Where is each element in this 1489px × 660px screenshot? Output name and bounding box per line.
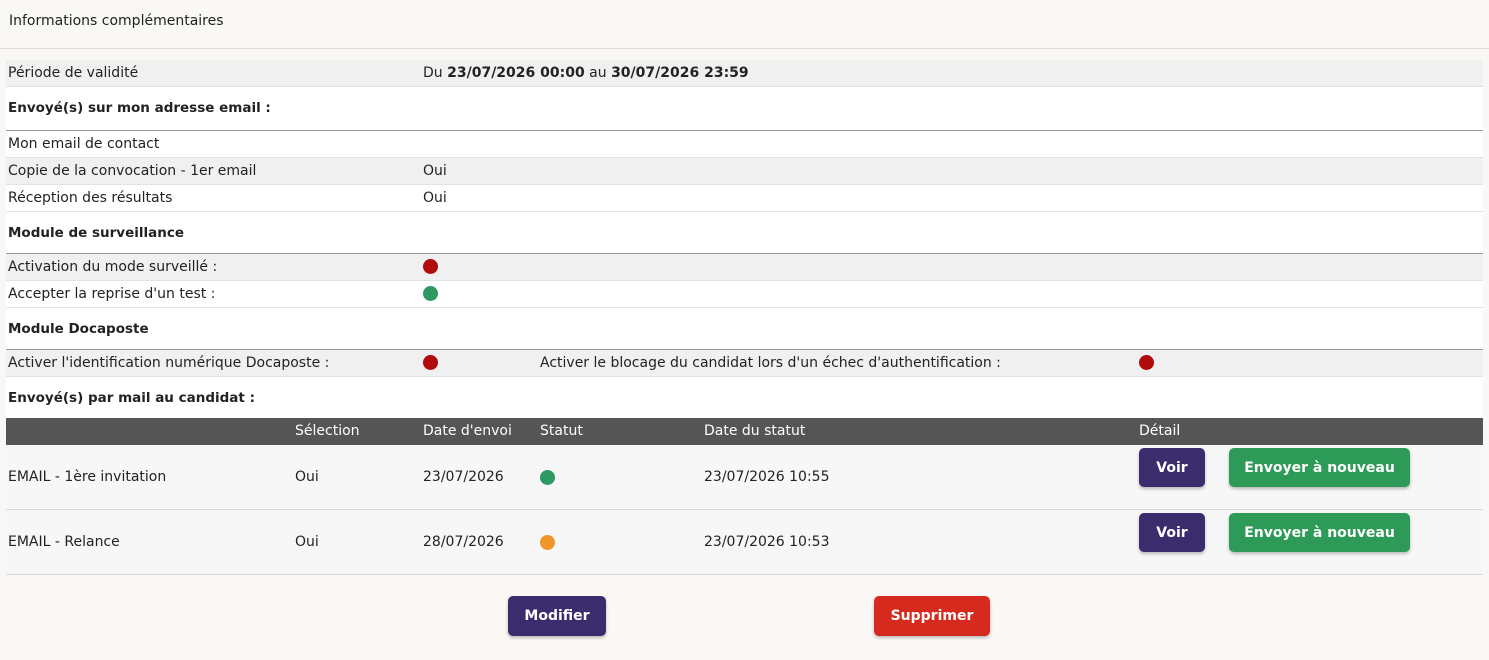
mail-status-date: 23/07/2026 10:53: [704, 534, 830, 550]
email-row-label: Réception des résultats: [8, 190, 173, 206]
page-title: Informations complémentaires: [9, 13, 224, 29]
view-button[interactable]: Voir: [1139, 513, 1205, 552]
mail-table-header: Sélection Date d'envoi Statut Date du st…: [6, 418, 1483, 445]
validity-middle: au: [589, 65, 607, 81]
mail-date-sent: 23/07/2026: [423, 469, 504, 485]
view-button[interactable]: Voir: [1139, 448, 1205, 487]
mail-status-date: 23/07/2026 10:55: [704, 469, 830, 485]
validity-end: 30/07/2026 23:59: [611, 65, 749, 81]
resend-button[interactable]: Envoyer à nouveau: [1229, 513, 1410, 552]
validity-label: Période de validité: [8, 65, 139, 81]
mail-selection: Oui: [295, 469, 319, 485]
column-header-selection: Sélection: [295, 423, 360, 439]
docaposte-row: Activer l'identification numérique Docap…: [6, 350, 1483, 377]
email-row-label: Mon email de contact: [8, 136, 160, 152]
mail-name: EMAIL - Relance: [8, 534, 120, 550]
validity-start: 23/07/2026 00:00: [447, 65, 585, 81]
table-row: EMAIL - Relance Oui 28/07/2026 23/07/202…: [6, 510, 1483, 575]
column-header-detail: Détail: [1139, 423, 1181, 439]
status-dot-red-icon: [423, 355, 438, 370]
surveillance-row-resume: Accepter la reprise d'un test :: [6, 281, 1483, 308]
surveillance-section-header: Module de surveillance: [6, 212, 1483, 254]
column-header-status-date: Date du statut: [704, 423, 806, 439]
candidate-mail-section-title: Envoyé(s) par mail au candidat :: [8, 390, 255, 406]
resend-button[interactable]: Envoyer à nouveau: [1229, 448, 1410, 487]
candidate-mail-section-header: Envoyé(s) par mail au candidat :: [6, 377, 1483, 418]
email-row-results: Réception des résultats Oui: [6, 185, 1483, 212]
delete-button[interactable]: Supprimer: [874, 596, 990, 636]
status-dot-red-icon: [423, 259, 438, 274]
mail-date-sent: 28/07/2026: [423, 534, 504, 550]
status-dot-green-icon: [540, 470, 555, 485]
email-row-contact: Mon email de contact: [6, 131, 1483, 158]
surveillance-mode-label: Activation du mode surveillé :: [8, 259, 218, 275]
surveillance-section-title: Module de surveillance: [8, 225, 185, 241]
mail-name: EMAIL - 1ère invitation: [8, 469, 167, 485]
status-dot-red-icon: [1139, 355, 1154, 370]
mail-selection: Oui: [295, 534, 319, 550]
docaposte-blocking-label: Activer le blocage du candidat lors d'un…: [540, 355, 1001, 371]
surveillance-row-mode: Activation du mode surveillé :: [6, 254, 1483, 281]
status-dot-green-icon: [423, 286, 438, 301]
column-header-status: Statut: [540, 423, 583, 439]
email-row-convocation: Copie de la convocation - 1er email Oui: [6, 158, 1483, 185]
email-row-label: Copie de la convocation - 1er email: [8, 163, 257, 179]
docaposte-section-title: Module Docaposte: [8, 321, 149, 337]
status-dot-orange-icon: [540, 535, 555, 550]
email-row-value: Oui: [423, 190, 447, 206]
validity-row: Période de validité Du 23/07/2026 00:00 …: [6, 60, 1483, 87]
details-panel: Période de validité Du 23/07/2026 00:00 …: [6, 60, 1483, 575]
validity-value: Du 23/07/2026 00:00 au 30/07/2026 23:59: [423, 60, 749, 86]
email-section-header: Envoyé(s) sur mon adresse email :: [6, 87, 1483, 131]
email-section-title: Envoyé(s) sur mon adresse email :: [8, 100, 271, 116]
validity-prefix: Du: [423, 65, 443, 81]
docaposte-section-header: Module Docaposte: [6, 308, 1483, 350]
email-row-value: Oui: [423, 163, 447, 179]
page-header: Informations complémentaires: [0, 0, 1489, 49]
column-header-date-sent: Date d'envoi: [423, 423, 512, 439]
surveillance-resume-label: Accepter la reprise d'un test :: [8, 286, 216, 302]
modify-button[interactable]: Modifier: [508, 596, 606, 636]
table-row: EMAIL - 1ère invitation Oui 23/07/2026 2…: [6, 445, 1483, 510]
docaposte-identification-label: Activer l'identification numérique Docap…: [8, 355, 330, 371]
